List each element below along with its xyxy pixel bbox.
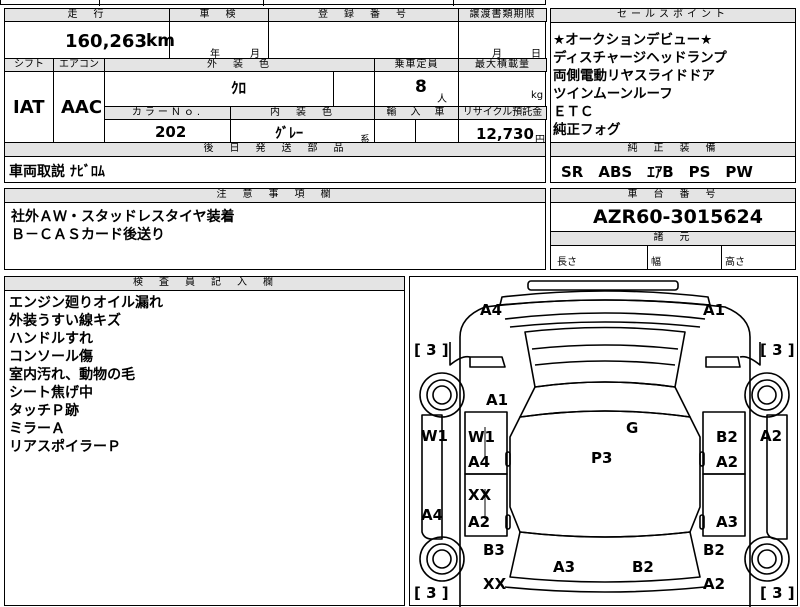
car-diagram-box: [ 3 ] [ 3 ] [ 3 ] [ 3 ] A4 A1 A1 G P3 W1… <box>409 276 798 607</box>
later-parts-box: 後 日 発 送 部 品 車両取説 ﾅﾋﾞﾛﾑ <box>4 142 546 183</box>
inspector-line-4: コンソール傷 <box>9 349 93 365</box>
inspector-line-9: リアスポイラーＰ <box>9 439 121 455</box>
registration-header: 登 録 番 号 <box>268 8 459 22</box>
mark-left-door-a: A2 <box>468 513 491 531</box>
inspector-line-6: シート焦げ中 <box>9 385 93 401</box>
color-no-value: 202 <box>155 123 187 141</box>
mark-front-right-corner: A1 <box>703 301 726 319</box>
chassis-header: 車 台 番 号 <box>550 188 796 203</box>
shift-header: シフト <box>4 58 54 72</box>
mark-front-left-corner: A4 <box>480 301 503 319</box>
chassis-number: AZR60-3015624 <box>593 206 763 228</box>
bracket-left-top: [ 3 ] <box>414 341 449 359</box>
mark-right-door-a: A3 <box>716 513 739 531</box>
inspector-line-3: ハンドルすれ <box>9 331 93 347</box>
capacity-value: 8 <box>415 77 427 97</box>
mark-roof: P3 <box>591 449 613 467</box>
bracket-right-top: [ 3 ] <box>760 341 795 359</box>
color-no-header: カラーＮｏ. <box>104 106 231 120</box>
transfer-header: 譲渡書類期限 <box>458 8 547 22</box>
mark-left-fender-a: A4 <box>468 453 491 471</box>
sales-point-5: ＥＴＣ <box>553 104 594 120</box>
inspector-line-1: エンジン廻りオイル漏れ <box>9 295 163 311</box>
recycle-header: リサイクル預託金 <box>458 106 547 120</box>
mark-rear-left: A3 <box>553 558 576 576</box>
inspection-header: 車 検 <box>169 8 269 22</box>
max-load-unit: kg <box>531 90 544 101</box>
sales-points-header: セールスポイント <box>550 8 796 23</box>
notes-box: 注 意 事 項 欄 社外ＡＷ・スタッドレスタイヤ装着 Ｂ－ＣＡＳカード後送り <box>4 188 546 270</box>
equipment-value: SR ABS ｴｱB PS PW <box>561 163 753 181</box>
aircon-header: エアコン <box>53 58 105 72</box>
mark-right-fender-outer: A2 <box>760 427 783 445</box>
equipment-box: 純 正 装 備 SR ABS ｴｱB PS PW <box>550 142 796 183</box>
mark-left-rocker: A4 <box>421 506 444 524</box>
notes-header: 注 意 事 項 欄 <box>4 188 546 203</box>
dim-height-label: 高さ <box>725 257 745 268</box>
mileage-unit: km <box>146 31 176 51</box>
equipment-header: 純 正 装 備 <box>550 142 796 157</box>
capacity-unit: 人 <box>437 94 447 105</box>
mileage-value: 160,263 <box>65 31 147 52</box>
mark-right-quarter: B2 <box>703 541 725 559</box>
later-parts-value: 車両取説 ﾅﾋﾞﾛﾑ <box>9 164 105 180</box>
mark-left-rear-xx: XX <box>483 575 507 593</box>
chassis-box: 車 台 番 号 AZR60-3015624 諸 元 長さ 幅 高さ <box>550 188 796 270</box>
exterior-color-value: ｸﾛ <box>231 79 247 97</box>
inspector-line-8: ミラーＡ <box>9 421 65 437</box>
notes-line-1: 社外ＡＷ・スタッドレスタイヤ装着 <box>11 209 235 225</box>
vehicle-info-table: 走 行 車 検 登 録 番 号 譲渡書類期限 160,263 km 年 月 月 … <box>4 8 547 146</box>
later-parts-header: 後 日 発 送 部 品 <box>4 142 546 157</box>
exterior-color-header: 外 装 色 <box>104 58 375 72</box>
sales-point-2: ディスチャージヘッドランプ <box>553 50 727 66</box>
top-cut-strip <box>0 0 546 6</box>
sales-point-4: ツインムーンルーフ <box>553 86 673 102</box>
mark-rear-right: B2 <box>632 558 654 576</box>
recycle-value: 12,730 <box>476 125 534 143</box>
bracket-right-bottom: [ 3 ] <box>760 584 795 602</box>
inspector-line-7: タッチＰ跡 <box>9 403 79 419</box>
sales-points-box: セールスポイント ★オークションデビュー★ ディスチャージヘッドランプ 両側電動… <box>550 8 796 143</box>
mark-right-fender-b: B2 <box>716 428 738 446</box>
interior-color-header: 内 装 色 <box>230 106 375 120</box>
mark-left-door-xx: XX <box>468 486 492 504</box>
dimensions-header: 諸 元 <box>550 231 796 246</box>
inspector-line-5: 室内汚れ、動物の毛 <box>9 367 136 383</box>
capacity-header: 乗車定員 <box>374 58 459 72</box>
import-header: 輸 入 車 <box>374 106 459 120</box>
max-load-header: 最大積載量 <box>458 58 547 72</box>
notes-line-2: Ｂ－ＣＡＳカード後送り <box>11 227 165 243</box>
mark-hood: A1 <box>486 391 509 409</box>
mileage-header: 走 行 <box>4 8 170 22</box>
mark-right-fender-a: A2 <box>716 453 739 471</box>
sales-point-6: 純正フォグ <box>553 122 621 138</box>
bracket-left-bottom: [ 3 ] <box>414 584 449 602</box>
mark-rear-right-corner: A2 <box>703 575 726 593</box>
sales-point-1: ★オークションデビュー★ <box>553 32 713 48</box>
interior-color-value: ｸﾞﾚｰ <box>275 126 303 142</box>
shift-value: IAT <box>13 97 45 118</box>
dim-length-label: 長さ <box>557 257 577 268</box>
inspector-header: 検 査 員 記 入 欄 <box>4 276 405 291</box>
mark-left-fender-w: W1 <box>468 428 495 446</box>
mark-left-quarter: B3 <box>483 541 505 559</box>
mark-left-fender-outer: W1 <box>421 427 448 445</box>
inspector-line-2: 外装うすい線キズ <box>9 313 121 329</box>
dim-width-label: 幅 <box>651 257 661 268</box>
mark-windshield: G <box>626 419 639 437</box>
sales-point-3: 両側電動リヤスライドドア <box>553 68 715 84</box>
inspector-box: 検 査 員 記 入 欄 エンジン廻りオイル漏れ 外装うすい線キズ ハンドルすれ … <box>4 276 405 606</box>
aircon-value: AAC <box>61 97 103 118</box>
